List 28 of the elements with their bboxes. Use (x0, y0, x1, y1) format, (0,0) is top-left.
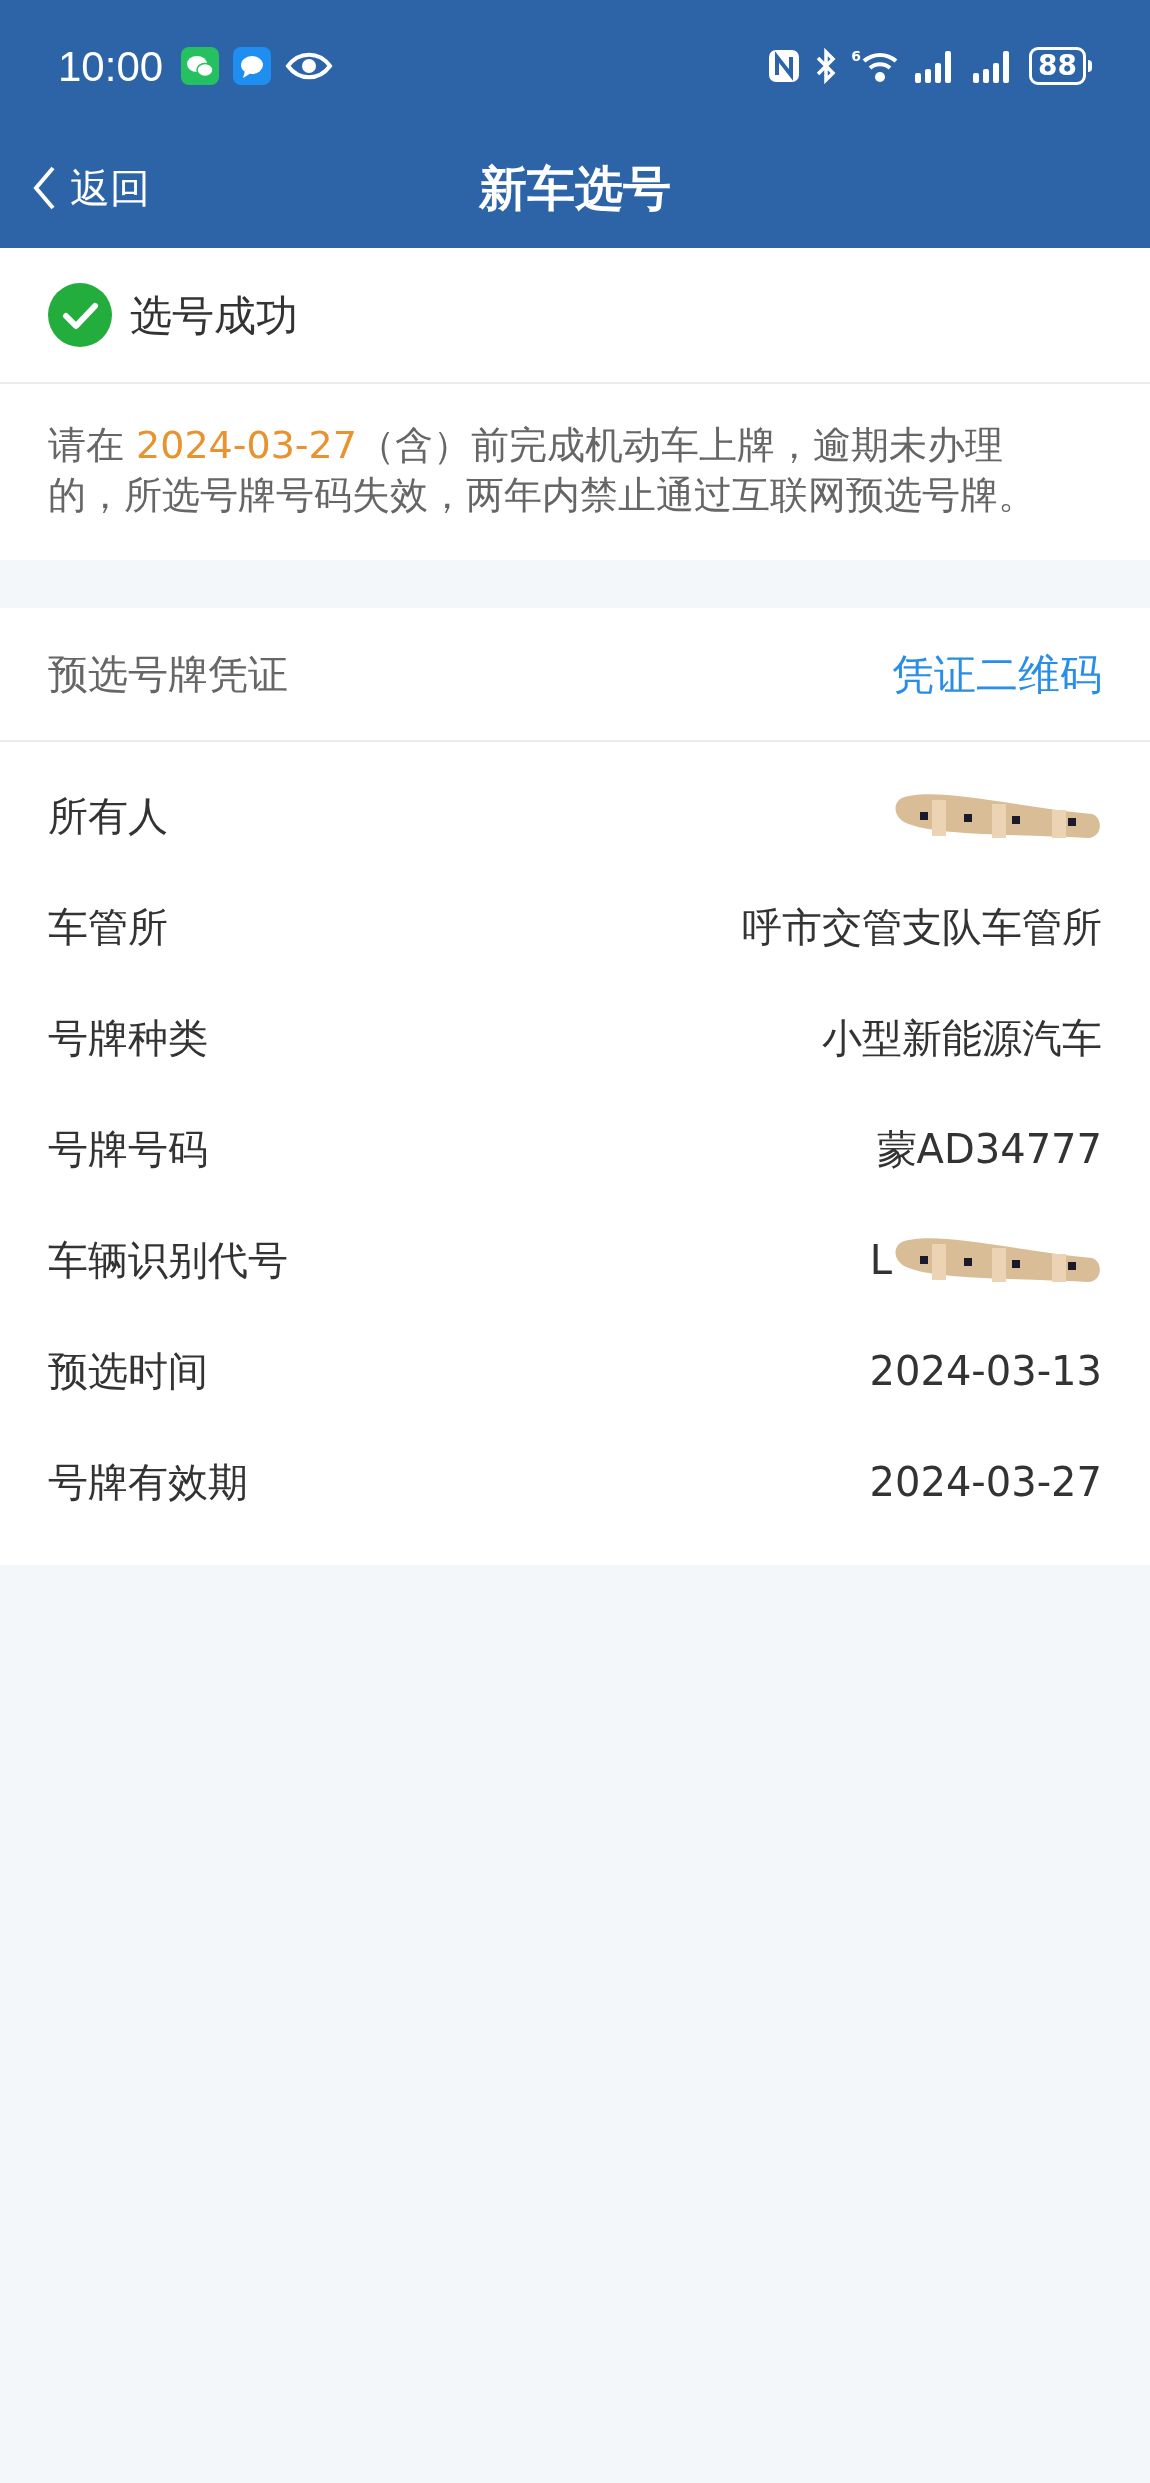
message-app-icon (233, 47, 272, 85)
field-label: 号牌有效期 (48, 1457, 248, 1507)
field-value: L (869, 1235, 892, 1285)
field-value: 2024-03-13 (869, 1346, 1102, 1396)
check-circle-icon (48, 283, 112, 347)
back-chevron-icon (32, 165, 56, 211)
field-value: 呼市交管支队车管所 (742, 902, 1102, 952)
field-label: 车管所 (48, 902, 168, 952)
nfc-icon (767, 48, 802, 84)
field-label: 号牌种类 (48, 1013, 208, 1063)
chat-app-icon (181, 47, 220, 85)
field-label: 预选时间 (48, 1346, 208, 1396)
status-time: 10:00 (58, 41, 164, 92)
field-label: 所有人 (48, 791, 168, 841)
section-title: 预选号牌凭证 (48, 650, 288, 699)
battery-indicator: 88 (1029, 47, 1092, 85)
field-label: 车辆识别代号 (48, 1235, 288, 1285)
wifi-band-label: 6 (851, 49, 862, 63)
back-button[interactable]: 返回 (32, 158, 150, 218)
field-label: 号牌号码 (48, 1124, 208, 1174)
field-value: 2024-03-27 (869, 1457, 1102, 1507)
field-value: 小型新能源汽车 (822, 1013, 1102, 1063)
qr-code-link[interactable]: 凭证二维码 (892, 642, 1102, 706)
success-text: 选号成功 (130, 289, 298, 342)
field-value: 蒙AD34777 (876, 1124, 1102, 1174)
page-title: 新车选号 (479, 159, 671, 218)
notice-text: 请在 2024-03-27（含）前完成机动车上牌，逾期未办理的，所选号牌号码失效，两年内禁止通过互联网预选号牌。 (47, 422, 1037, 519)
bluetooth-icon (815, 48, 838, 84)
